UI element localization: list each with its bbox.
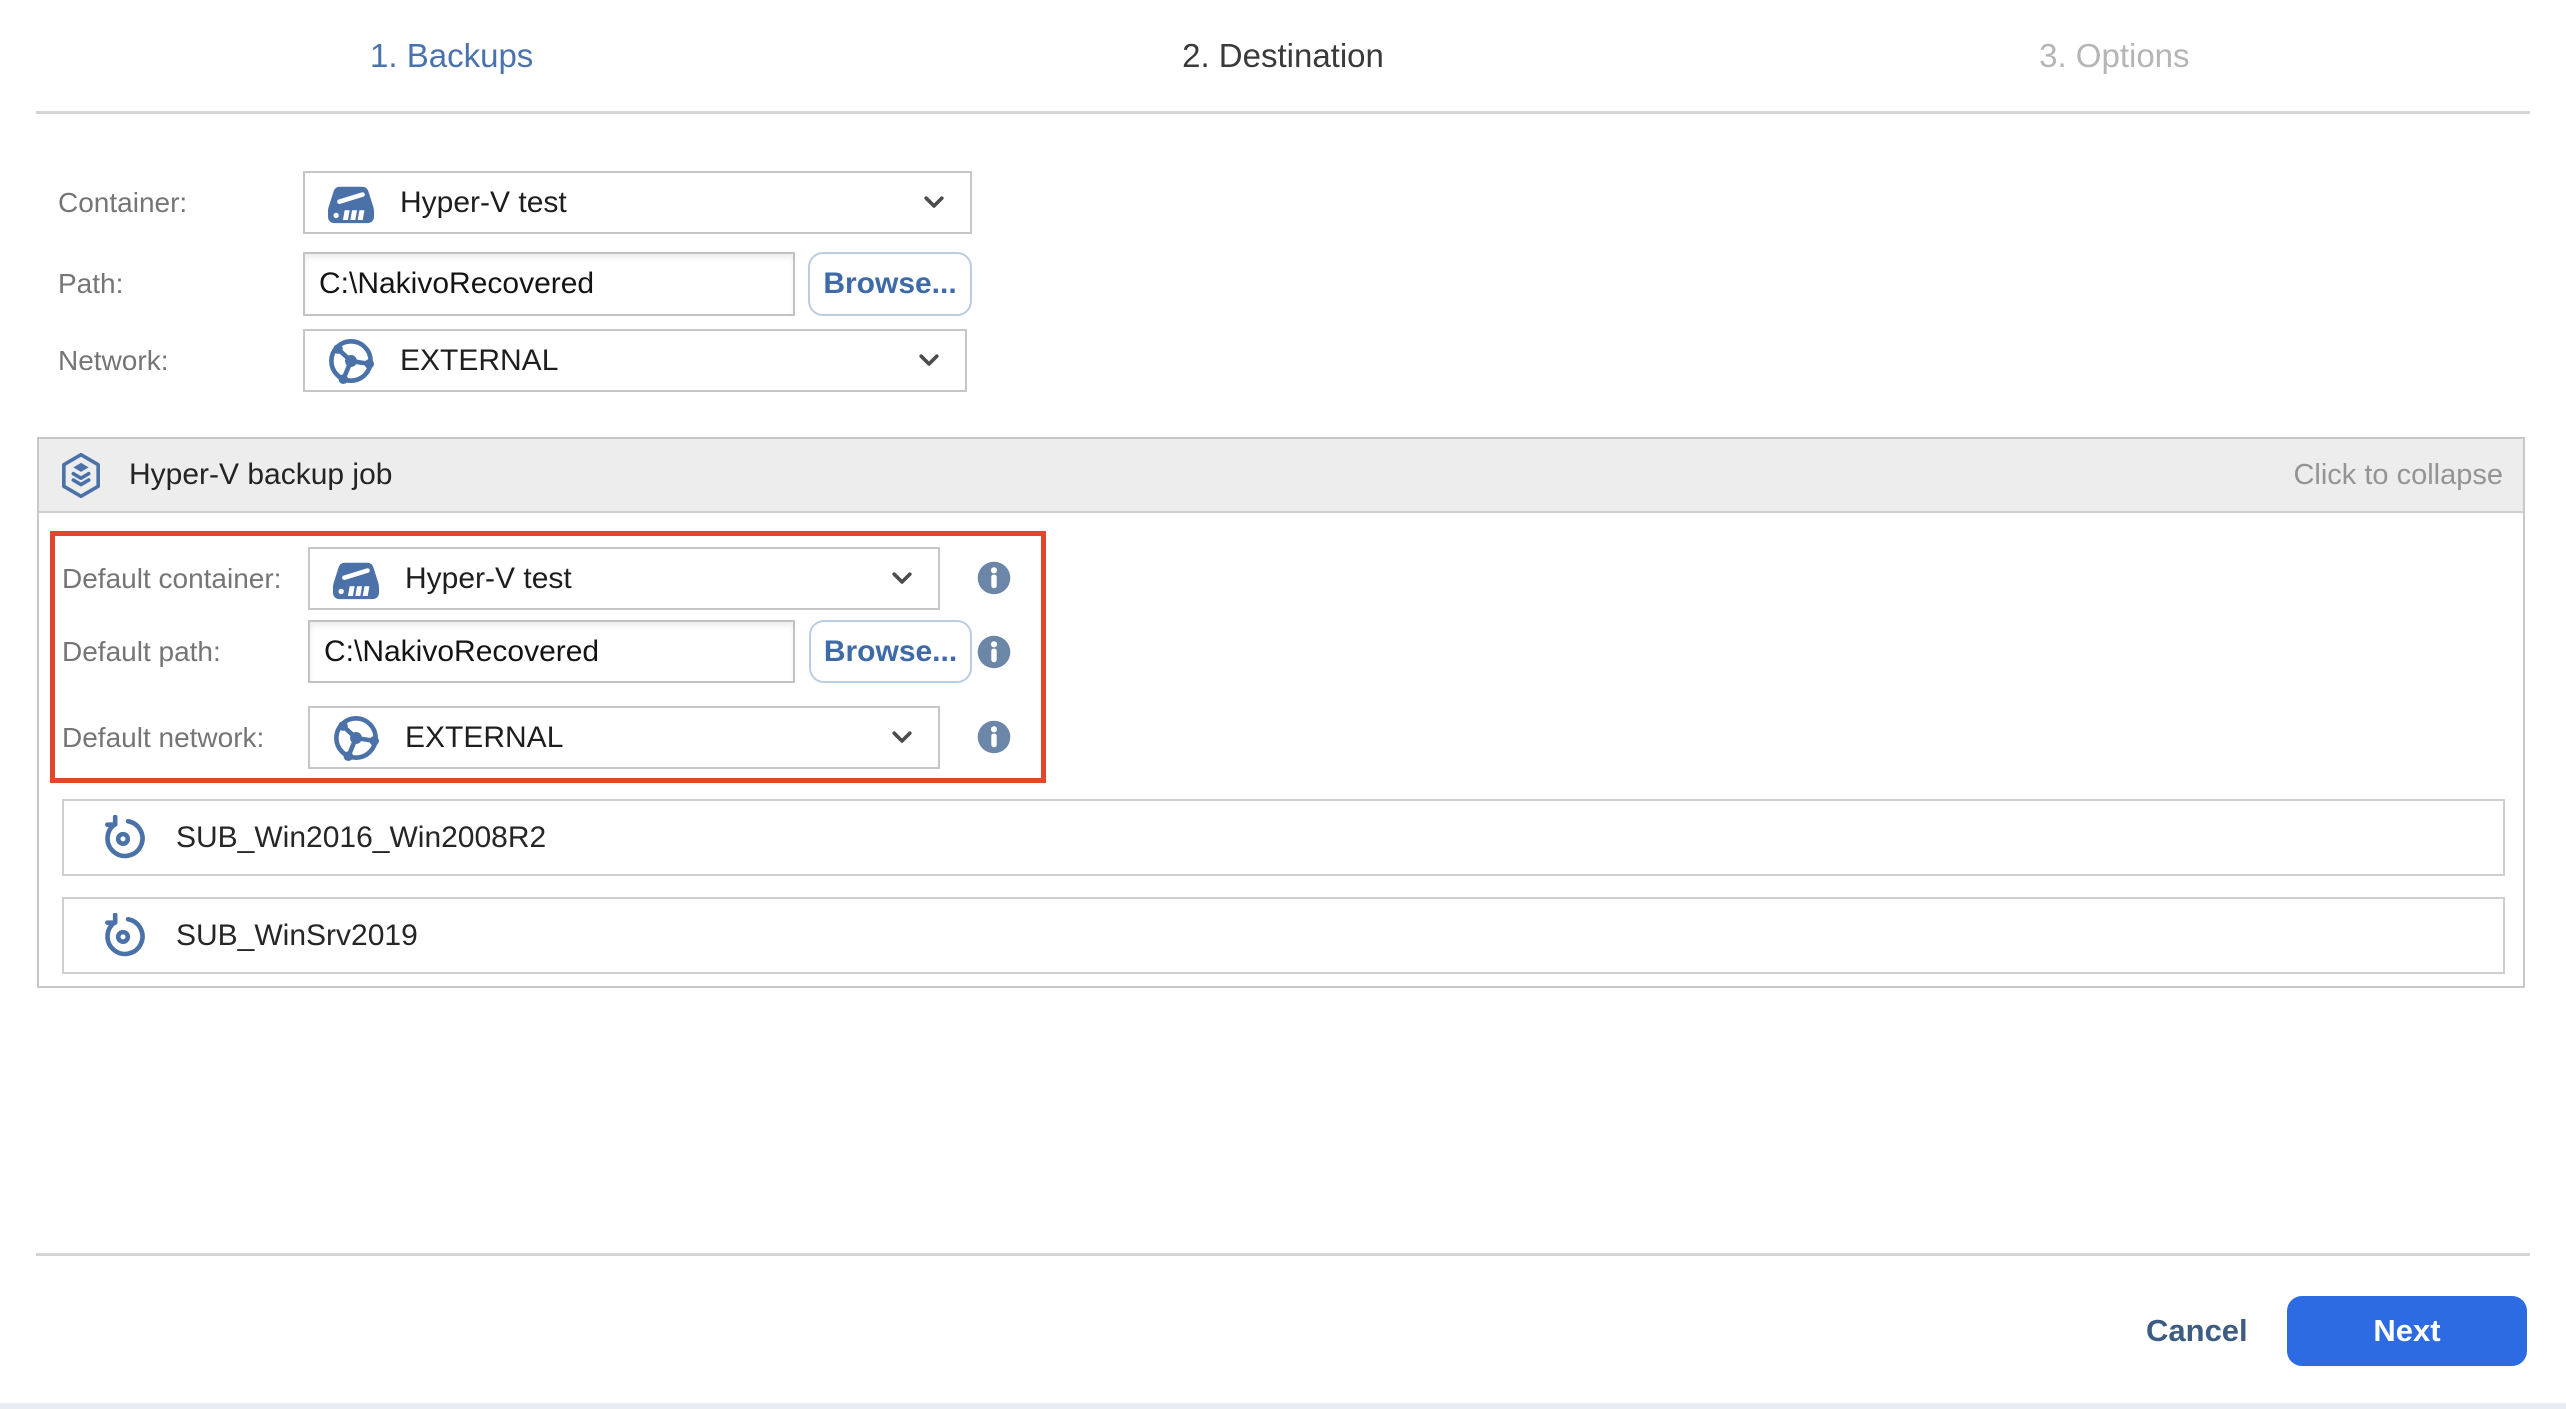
footer-divider	[36, 1253, 2530, 1256]
default-path-label: Default path:	[62, 635, 221, 667]
chevron-down-icon	[892, 572, 912, 585]
default-container-dropdown[interactable]: Hyper-V test	[308, 547, 940, 610]
next-button[interactable]: Next	[2287, 1296, 2527, 1366]
default-path-input[interactable]	[308, 620, 795, 683]
destination-step-page: 1. Backups 2. Destination 3. Options Con…	[0, 0, 2566, 1409]
hyperv-host-icon	[328, 180, 374, 226]
network-value: EXTERNAL	[400, 343, 559, 377]
job-panel-title: Hyper-V backup job	[129, 458, 393, 491]
container-dropdown[interactable]: Hyper-V test	[303, 171, 972, 234]
chevron-down-icon	[919, 354, 939, 367]
container-value: Hyper-V test	[400, 185, 567, 219]
chevron-down-icon	[892, 731, 912, 744]
bottom-edge-line	[0, 1403, 2566, 1409]
default-container-label: Default container:	[62, 562, 282, 594]
default-network-value: EXTERNAL	[405, 720, 564, 754]
info-icon[interactable]	[977, 635, 1011, 669]
job-panel: Hyper-V backup job Click to collapse Def…	[37, 437, 2525, 988]
cancel-button[interactable]: Cancel	[2146, 1296, 2248, 1366]
path-browse-button[interactable]: Browse...	[808, 252, 972, 316]
backup-item-row[interactable]: SUB_Win2016_Win2008R2	[62, 799, 2505, 876]
path-label: Path:	[58, 267, 124, 299]
default-network-label: Default network:	[62, 721, 265, 753]
container-label: Container:	[58, 186, 188, 218]
network-globe-icon	[328, 338, 374, 384]
backup-item-row[interactable]: SUB_WinSrv2019	[62, 897, 2505, 974]
job-panel-header[interactable]: Hyper-V backup job Click to collapse	[39, 439, 2523, 513]
path-input[interactable]	[303, 252, 795, 316]
info-icon[interactable]	[977, 561, 1011, 595]
step-destination[interactable]: 2. Destination	[867, 0, 1698, 112]
default-path-browse-button[interactable]: Browse...	[809, 620, 972, 683]
collapse-hint: Click to collapse	[2293, 458, 2503, 491]
steps-divider	[36, 111, 2530, 114]
restore-arrow-icon	[100, 814, 146, 861]
backup-item-name: SUB_Win2016_Win2008R2	[176, 820, 547, 854]
network-dropdown[interactable]: EXTERNAL	[303, 329, 967, 392]
backup-job-stack-icon	[59, 452, 103, 499]
backup-item-name: SUB_WinSrv2019	[176, 918, 418, 952]
chevron-down-icon	[924, 196, 944, 209]
info-icon[interactable]	[977, 720, 1011, 754]
step-backups[interactable]: 1. Backups	[36, 0, 867, 112]
restore-arrow-icon	[100, 912, 146, 959]
default-network-dropdown[interactable]: EXTERNAL	[308, 706, 940, 769]
default-container-value: Hyper-V test	[405, 561, 572, 595]
wizard-steps: 1. Backups 2. Destination 3. Options	[0, 0, 2566, 112]
network-label: Network:	[58, 344, 169, 376]
network-globe-icon	[333, 715, 379, 761]
hyperv-host-icon	[333, 556, 379, 602]
step-options: 3. Options	[2039, 37, 2190, 74]
